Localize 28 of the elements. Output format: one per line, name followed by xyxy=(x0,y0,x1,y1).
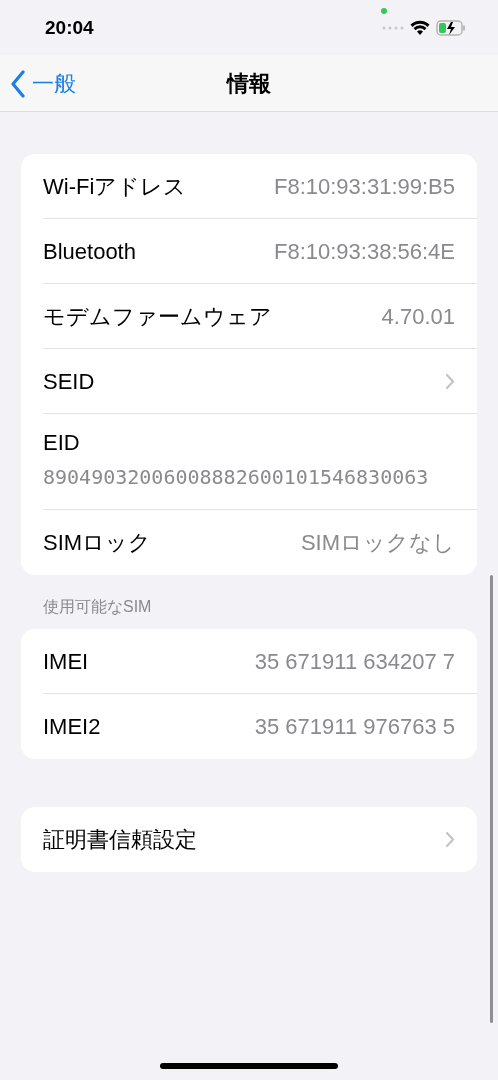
row-value: F8:10:93:38:56:4E xyxy=(273,237,455,266)
chevron-right-icon xyxy=(445,372,455,390)
signal-icon xyxy=(382,25,404,30)
row-label: SEID xyxy=(43,367,95,396)
status-time: 20:04 xyxy=(45,16,94,41)
row-label: IMEI xyxy=(43,647,89,676)
row-label: モデムファームウェア xyxy=(43,302,272,331)
list-row[interactable]: SEID xyxy=(43,349,477,414)
list-row[interactable]: 証明書信頼設定 xyxy=(43,807,477,872)
row-value: 89049032006008882600101546830063 xyxy=(43,464,430,491)
wifi-icon xyxy=(410,20,430,35)
back-chevron-icon xyxy=(10,69,26,98)
chevron-right-icon xyxy=(445,831,455,848)
row-value: 35 671911 976763 5 xyxy=(254,713,455,741)
row-label: EID xyxy=(43,429,81,457)
row-value: F8:10:93:31:99:B5 xyxy=(273,172,455,201)
row-label: IMEI2 xyxy=(43,713,101,741)
row-value: SIMロックなし xyxy=(300,529,455,557)
row-label: Wi-Fiアドレス xyxy=(43,172,187,201)
row-label: 証明書信頼設定 xyxy=(43,826,197,854)
battery-charging-icon xyxy=(436,19,466,36)
row-value: 4.70.01 xyxy=(381,302,455,331)
row-label: Bluetooth xyxy=(43,237,136,266)
row-value: 35 671911 634207 7 xyxy=(254,647,455,676)
section-header: 使用可能なSIM xyxy=(42,597,153,617)
page-title: 情報 xyxy=(227,69,271,98)
back-button[interactable]: 一般 xyxy=(10,67,76,100)
row-label: SIMロック xyxy=(43,529,152,557)
